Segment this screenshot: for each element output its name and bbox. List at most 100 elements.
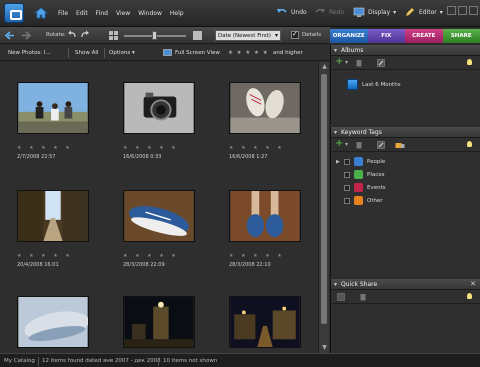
thumbnail[interactable]: ★ ★ ★ ★ ★ 2/7/2008 22:57: [17, 82, 89, 160]
thumbnail[interactable]: ★ ★ ★ ★ ★ 28/3/2008 22:09: [123, 190, 195, 268]
rating-stars[interactable]: ★ ★ ★ ★ ★: [123, 145, 179, 151]
photo-date: 16/6/2008 0:33: [123, 154, 162, 160]
options-menu[interactable]: Options ▾: [109, 50, 135, 56]
expand-icon[interactable]: ▶: [336, 159, 340, 165]
thumbnail[interactable]: [229, 296, 301, 350]
editor-button[interactable]: Editor ▾: [404, 6, 443, 18]
albums-panel: Albums + ▾ Last 6 Months: [330, 45, 480, 124]
rating-stars[interactable]: ★ ★ ★ ★ ★: [229, 145, 285, 151]
rating-stars[interactable]: ★ ★ ★ ★ ★: [17, 145, 73, 151]
tab-fix[interactable]: FIX: [367, 29, 405, 43]
status-bar: My Catalog 12 items found dated янв 2007…: [0, 353, 480, 367]
thumbnail[interactable]: ★ ★ ★ ★ ★ 28/3/2008 22:10: [229, 190, 301, 268]
menu-find[interactable]: Find: [96, 10, 108, 17]
add-icon[interactable]: +: [335, 138, 343, 149]
lightbulb-icon[interactable]: [467, 293, 472, 299]
scroll-thumb[interactable]: [321, 74, 327, 324]
close-icon[interactable]: ✕: [470, 280, 476, 288]
delete-icon[interactable]: [355, 59, 363, 67]
tag-checkbox[interactable]: [344, 197, 350, 204]
undo-button[interactable]: Undo: [276, 6, 307, 18]
forward-icon[interactable]: [20, 30, 32, 41]
lightbulb-icon[interactable]: [467, 59, 472, 65]
redo-button[interactable]: Redo: [314, 6, 344, 18]
edit-icon[interactable]: [377, 59, 385, 67]
menu-help[interactable]: Help: [170, 10, 184, 17]
tab-share[interactable]: SHARE: [442, 29, 480, 43]
album-item[interactable]: Last 6 Months: [347, 79, 401, 90]
photo-blue-sneaker: [123, 190, 195, 242]
delete-icon[interactable]: [359, 293, 367, 301]
quick-share-header[interactable]: Quick Share: [331, 279, 480, 290]
home-icon[interactable]: [34, 6, 48, 20]
tag-checkbox[interactable]: [344, 171, 350, 178]
tag-item-places[interactable]: Places: [336, 170, 385, 179]
menu-edit[interactable]: Edit: [76, 10, 88, 17]
tag-checkbox[interactable]: [344, 184, 350, 191]
details-checkbox[interactable]: [291, 30, 299, 39]
events-tag-icon: [354, 183, 363, 192]
thumbnail[interactable]: ★ ★ ★ ★ ★ 20/4/2008 16:01: [17, 190, 89, 268]
photo-friends-sitting: [17, 82, 89, 134]
photo-sneakers-feet: [229, 190, 301, 242]
rotate-right-icon[interactable]: [80, 30, 90, 41]
photo-date: 2/7/2008 22:57: [17, 154, 56, 160]
delete-icon[interactable]: [355, 141, 363, 149]
display-label: Display: [368, 8, 391, 16]
tag-checkbox[interactable]: [344, 158, 350, 165]
thumbnail[interactable]: ★ ★ ★ ★ ★ 16/6/2008 0:33: [123, 82, 195, 160]
rating-filter-stars[interactable]: ★ ★ ★ ★ ★: [228, 50, 269, 56]
thumbnail[interactable]: ★ ★ ★ ★ ★ 16/6/2008 1:27: [229, 82, 301, 160]
rating-stars[interactable]: ★ ★ ★ ★ ★: [123, 253, 179, 259]
maximize-button[interactable]: [458, 6, 467, 15]
thumbnail[interactable]: [123, 296, 195, 350]
menu-file[interactable]: File: [58, 10, 68, 17]
tag-lock-icon[interactable]: [395, 141, 405, 149]
divider: [68, 48, 69, 58]
edit-icon[interactable]: [377, 141, 385, 149]
full-screen-view-button[interactable]: Full Screen View: [175, 50, 220, 56]
slider-handle[interactable]: [152, 31, 157, 40]
media-scrollbar[interactable]: ▲ ▼: [318, 62, 329, 353]
rating-stars[interactable]: ★ ★ ★ ★ ★: [17, 253, 73, 259]
redo-icon: [315, 8, 325, 13]
large-thumbnail-icon[interactable]: [192, 30, 203, 41]
tag-item-events[interactable]: Events: [336, 183, 386, 192]
chevron-down-icon[interactable]: ▾: [345, 59, 353, 67]
share-options-icon[interactable]: [337, 293, 345, 301]
tab-organize[interactable]: ORGANIZE: [330, 29, 368, 43]
tag-label: Places: [367, 171, 385, 178]
smart-album-icon: [347, 79, 358, 90]
back-icon[interactable]: [4, 30, 16, 41]
display-button[interactable]: Display ▾: [353, 6, 396, 18]
rating-stars[interactable]: ★ ★ ★ ★ ★: [229, 253, 285, 259]
minimize-button[interactable]: [447, 6, 456, 15]
catalog-name[interactable]: My Catalog: [4, 358, 35, 364]
chevron-down-icon[interactable]: ▾: [345, 141, 353, 149]
thumbnail[interactable]: [17, 296, 90, 350]
sort-order-select[interactable]: Date (Newest First): [215, 30, 281, 41]
add-icon[interactable]: +: [335, 56, 343, 67]
close-button[interactable]: [469, 6, 478, 15]
tag-label: Other: [367, 197, 383, 204]
and-higher-select[interactable]: and higher: [273, 50, 303, 56]
full-screen-icon[interactable]: [163, 49, 172, 57]
tab-create[interactable]: CREATE: [405, 29, 443, 43]
menu-window[interactable]: Window: [138, 10, 162, 17]
display-icon: [353, 7, 365, 17]
lightbulb-icon[interactable]: [467, 141, 472, 147]
browser-toolbar: Rotate: Date (Newest First) Details: [0, 27, 330, 44]
show-all-button[interactable]: Show All: [75, 50, 98, 56]
scroll-down-icon[interactable]: ▼: [320, 344, 329, 352]
tag-item-people[interactable]: ▶ People: [336, 157, 385, 166]
albums-header[interactable]: Albums: [331, 45, 480, 56]
menu-view[interactable]: View: [116, 10, 130, 17]
new-photos-button[interactable]: New Photos: I...: [8, 50, 51, 56]
chevron-down-icon: ▾: [439, 8, 443, 16]
tag-item-other[interactable]: Other: [336, 196, 383, 205]
scroll-up-icon[interactable]: ▲: [320, 63, 329, 71]
rotate-left-icon[interactable]: [67, 30, 77, 41]
photo-sneakers: [229, 82, 301, 134]
small-thumbnail-icon[interactable]: [108, 30, 119, 41]
keyword-tags-header[interactable]: Keyword Tags: [331, 127, 480, 138]
